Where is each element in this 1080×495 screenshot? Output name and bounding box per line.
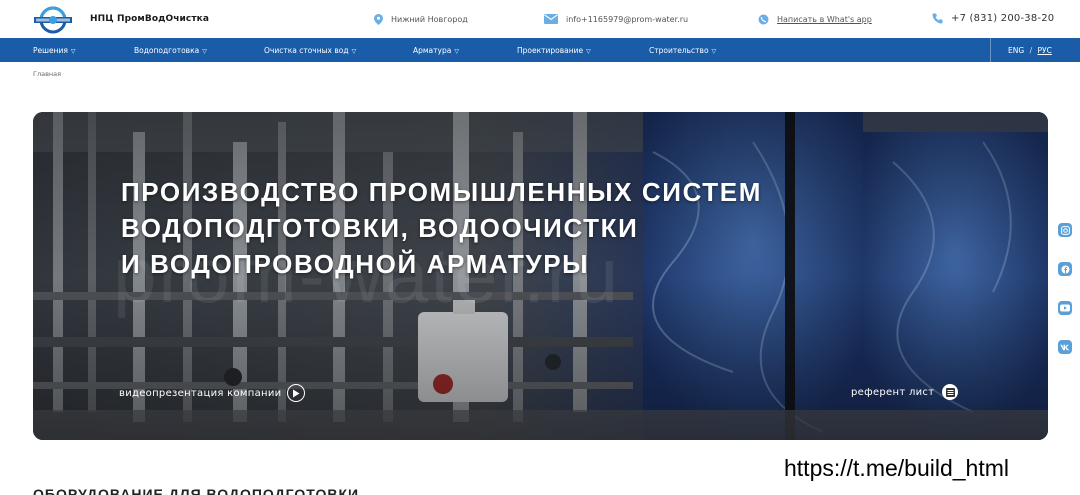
video-presentation-label: видеопрезентация компании bbox=[119, 387, 282, 399]
company-logo-icon[interactable] bbox=[32, 6, 74, 34]
nav-item-water-treatment[interactable]: Водоподготовка ▽ bbox=[134, 46, 207, 55]
telegram-overlay-text: https://t.me/build_html bbox=[780, 455, 1013, 482]
mail-icon bbox=[544, 14, 558, 24]
chevron-down-icon: ▽ bbox=[586, 48, 591, 55]
document-list-icon[interactable] bbox=[942, 384, 959, 400]
nav-item-wastewater[interactable]: Очистка сточных вод ▽ bbox=[264, 46, 356, 55]
chevron-down-icon: ▽ bbox=[711, 48, 717, 55]
nav-label: Очистка сточных вод bbox=[264, 46, 349, 55]
whatsapp-contact[interactable]: Написать в What's app bbox=[758, 14, 872, 25]
whatsapp-icon bbox=[758, 14, 769, 25]
reference-list-link[interactable]: референт лист bbox=[851, 384, 959, 400]
top-header: НПЦ ПромВодОчистка Нижний Новгород info+… bbox=[0, 0, 1080, 38]
hero-title-line: ПРОИЗВОДСТВО ПРОМЫШЛЕННЫХ СИСТЕМ bbox=[121, 177, 762, 207]
lang-rus[interactable]: РУС bbox=[1037, 46, 1051, 55]
nav-label: Решения bbox=[33, 46, 68, 55]
youtube-icon[interactable] bbox=[1058, 301, 1072, 315]
nav-item-construction[interactable]: Строительство ▽ bbox=[649, 46, 716, 55]
lang-separator: / bbox=[1029, 46, 1033, 55]
section-title: ОБОРУДОВАНИЕ ДЛЯ ВОДОПОДГОТОВКИ bbox=[33, 486, 360, 495]
phone-number[interactable]: +7 (831) 200-38-20 bbox=[951, 13, 1054, 24]
whatsapp-link[interactable]: Написать в What's app bbox=[777, 15, 872, 24]
brand-name[interactable]: НПЦ ПромВодОчистка bbox=[90, 14, 209, 24]
email-link[interactable]: info+1165979@prom-water.ru bbox=[566, 15, 688, 24]
city-selector[interactable]: Нижний Новгород bbox=[374, 14, 468, 25]
play-icon[interactable] bbox=[287, 384, 306, 402]
vk-icon[interactable] bbox=[1058, 340, 1072, 354]
main-navigation: Решения ▽ Водоподготовка ▽ Очистка сточных… bbox=[0, 38, 1080, 62]
chevron-down-icon: ▽ bbox=[70, 48, 76, 55]
city-label: Нижний Новгород bbox=[391, 15, 468, 24]
video-presentation-link[interactable]: видеопрезентация компании bbox=[119, 384, 306, 402]
facebook-icon[interactable] bbox=[1058, 262, 1072, 276]
nav-item-design[interactable]: Проектирование ▽ bbox=[517, 46, 591, 55]
chevron-down-icon: ▽ bbox=[202, 48, 207, 55]
location-pin-icon bbox=[374, 14, 383, 25]
chevron-down-icon: ▽ bbox=[454, 48, 459, 55]
nav-item-solutions[interactable]: Решения ▽ bbox=[33, 46, 76, 55]
hero-title-line: И ВОДОПРОВОДНОЙ АРМАТУРЫ bbox=[121, 249, 590, 279]
reference-list-label: референт лист bbox=[851, 386, 935, 398]
nav-label: Арматура bbox=[413, 46, 452, 55]
language-switcher: ENG / РУС bbox=[1008, 46, 1052, 55]
phone-icon bbox=[932, 13, 943, 24]
hero-banner: prom-water.ru ПРОИЗВОДСТВО ПРОМЫШЛЕННЫХ … bbox=[33, 112, 1048, 440]
nav-item-fittings[interactable]: Арматура ▽ bbox=[413, 46, 459, 55]
phone-contact[interactable]: +7 (831) 200-38-20 bbox=[932, 13, 1054, 24]
instagram-icon[interactable] bbox=[1058, 223, 1072, 237]
nav-divider bbox=[990, 38, 991, 62]
breadcrumb[interactable]: Главная bbox=[33, 70, 61, 78]
nav-label: Строительство bbox=[649, 46, 709, 55]
hero-title-line: ВОДОПОДГОТОВКИ, ВОДООЧИСТКИ bbox=[121, 213, 639, 243]
nav-label: Водоподготовка bbox=[134, 46, 200, 55]
email-contact[interactable]: info+1165979@prom-water.ru bbox=[544, 14, 688, 24]
chevron-down-icon: ▽ bbox=[351, 48, 357, 55]
hero-title: ПРОИЗВОДСТВО ПРОМЫШЛЕННЫХ СИСТЕМ ВОДОПОД… bbox=[121, 174, 762, 282]
lang-eng[interactable]: ENG bbox=[1008, 46, 1024, 55]
nav-label: Проектирование bbox=[517, 46, 584, 55]
